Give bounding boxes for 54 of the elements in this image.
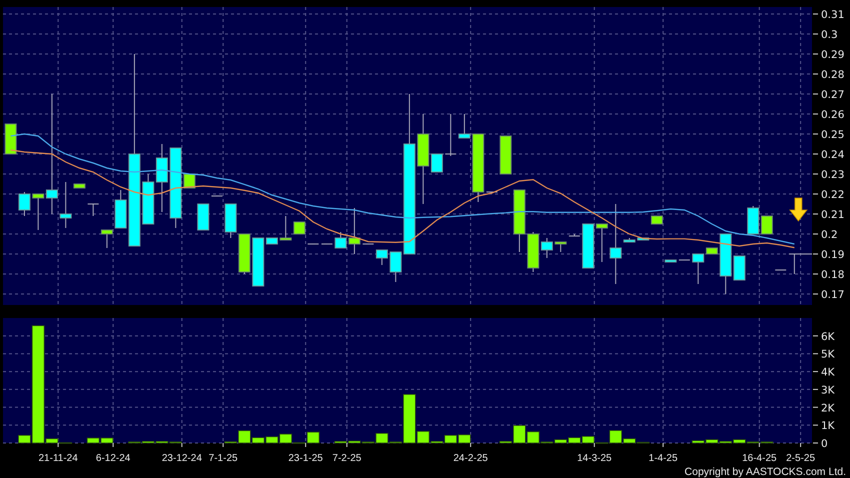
y-axis-label: 1K: [821, 420, 835, 432]
y-axis-label: 0.18: [821, 269, 844, 281]
y-axis-label: 0: [821, 438, 828, 450]
candlestick: [224, 204, 237, 238]
candlestick: [100, 230, 113, 248]
x-axis-label: 6-12-24: [96, 453, 130, 464]
candlestick: [376, 250, 388, 266]
candlestick: [142, 174, 154, 224]
candlestick: [582, 224, 594, 268]
y-axis-label: 0.3: [821, 29, 838, 41]
copyright-text: Copyright by AASTOCKS.com Ltd.: [684, 466, 846, 478]
x-axis-label: 23-12-24: [162, 453, 202, 464]
candlestick: [513, 190, 526, 252]
candlestick: [650, 216, 663, 224]
candlestick: [197, 204, 210, 230]
y-axis-label: 5K: [821, 348, 835, 361]
y-axis-label: 4K: [821, 366, 835, 379]
y-axis-label: 0.29: [821, 49, 844, 61]
candlestick: [156, 144, 168, 212]
y-axis-label: 0.17: [821, 289, 844, 301]
candlestick: [87, 204, 100, 216]
x-axis-label: 23-1-25: [288, 453, 323, 464]
y-axis-label: 2K: [821, 402, 835, 414]
x-axis-label: 16-4-25: [742, 453, 777, 464]
y-axis-label: 0.28: [821, 69, 844, 81]
candlestick: [637, 238, 650, 240]
y-axis-label: 0.22: [821, 189, 844, 201]
x-axis-label: 21-11-24: [38, 453, 78, 464]
y-axis-label: 0.24: [821, 149, 844, 161]
y-axis-label: 6K: [821, 330, 835, 343]
candlestick: [554, 242, 567, 252]
candlestick: [238, 234, 250, 274]
x-axis-label: 24-2-25: [453, 453, 488, 464]
candlestick: [18, 192, 30, 216]
x-axis-label: 7-2-25: [332, 453, 362, 464]
candlestick: [500, 136, 512, 174]
candlestick: [4, 124, 17, 154]
x-axis-label: 2-5-25: [786, 453, 816, 464]
y-axis-label: 0.27: [821, 89, 844, 101]
y-axis-label: 0.2: [821, 229, 838, 241]
y-axis-label: 0.21: [821, 209, 844, 221]
y-axis-label: 0.26: [821, 109, 844, 121]
x-axis-label: 7-1-25: [208, 453, 238, 464]
y-axis-label: 0.25: [821, 129, 844, 141]
x-axis-label: 1-4-25: [648, 453, 678, 464]
candlestick: [568, 234, 580, 236]
y-axis-label: 0.31: [821, 9, 844, 21]
y-axis-label: 0.19: [821, 249, 844, 261]
volume-bar: [458, 434, 471, 444]
down-arrow-icon: [789, 198, 808, 222]
y-axis-label: 3K: [821, 384, 835, 396]
x-axis-label: 14-3-25: [577, 453, 612, 464]
candlestick: [596, 224, 608, 262]
y-axis-label: 0.23: [821, 169, 844, 181]
